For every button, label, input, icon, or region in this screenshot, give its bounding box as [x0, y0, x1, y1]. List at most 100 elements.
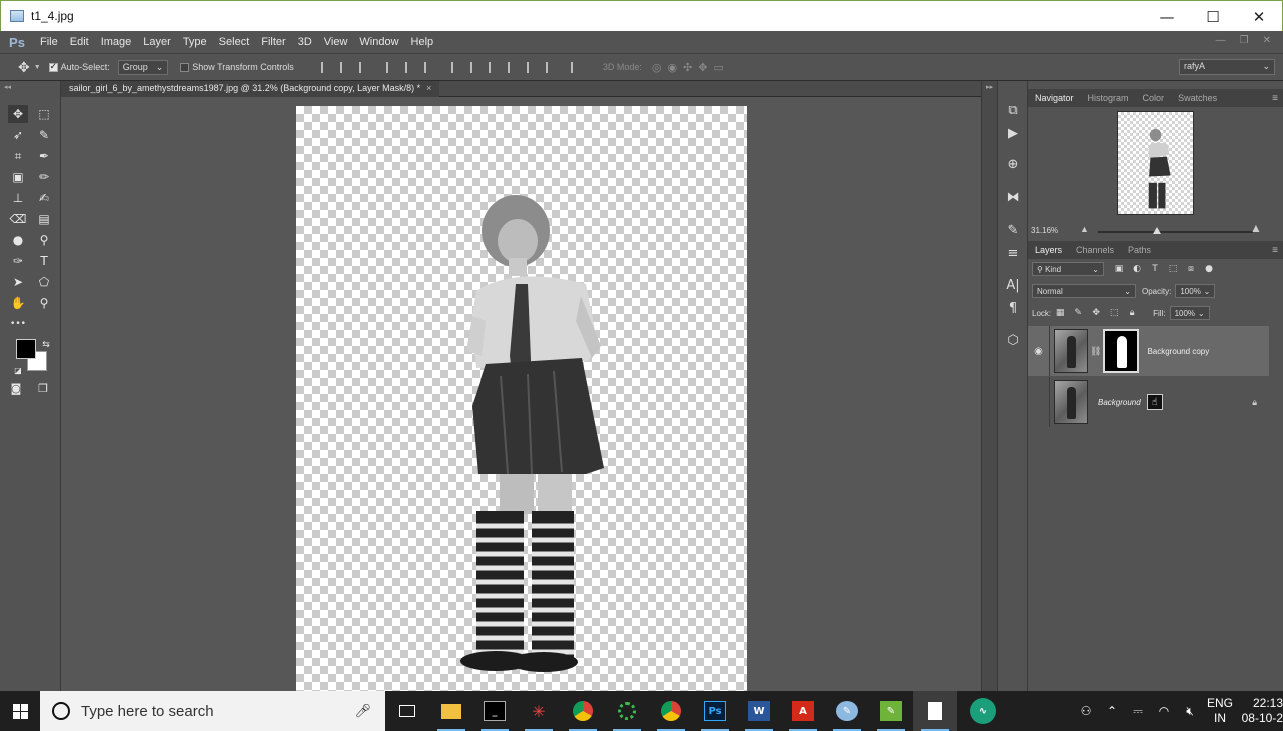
- align-bottom-icon[interactable]: [358, 61, 368, 73]
- doc-minimize-icon[interactable]: —: [1216, 35, 1226, 46]
- lock-image-icon[interactable]: ✎: [1073, 308, 1083, 318]
- filter-pixel-icon[interactable]: ▣: [1114, 264, 1124, 274]
- filter-type-icon[interactable]: T: [1150, 264, 1160, 274]
- paragraph-icon[interactable]: ¶: [1004, 299, 1022, 317]
- lasso-tool-icon[interactable]: ➶: [8, 126, 28, 144]
- menu-view[interactable]: View: [318, 36, 354, 48]
- word-button[interactable]: W: [737, 691, 781, 731]
- move-tool-icon[interactable]: ✥: [18, 59, 30, 76]
- quick-select-tool-icon[interactable]: ✎: [34, 126, 54, 144]
- menu-edit[interactable]: Edit: [64, 36, 95, 48]
- history-brush-tool-icon[interactable]: ✍: [34, 189, 54, 207]
- chrome-button[interactable]: [561, 691, 605, 731]
- speaker-mute-icon[interactable]: 🔇︎: [1177, 704, 1203, 719]
- acrobat-button[interactable]: A: [781, 691, 825, 731]
- tool-preset-caret-icon[interactable]: ▼: [34, 64, 41, 71]
- menu-type[interactable]: Type: [177, 36, 213, 48]
- power-icon[interactable]: ⎓: [1125, 704, 1151, 719]
- lock-all-icon[interactable]: 🔒︎: [1127, 308, 1137, 318]
- layer-mask-thumbnail[interactable]: [1103, 329, 1140, 373]
- auto-align-icon[interactable]: [570, 61, 580, 73]
- menu-window[interactable]: Window: [353, 36, 404, 48]
- align-top-icon[interactable]: [320, 61, 330, 73]
- lock-artboard-icon[interactable]: ⬚: [1109, 308, 1119, 318]
- auto-select-checkbox[interactable]: [48, 61, 58, 72]
- menu-image[interactable]: Image: [95, 36, 138, 48]
- filter-adjustment-icon[interactable]: ◐: [1132, 264, 1142, 274]
- menu-file[interactable]: File: [34, 36, 64, 48]
- screen-mode-icon[interactable]: ❐: [33, 379, 53, 397]
- chrome-2-button[interactable]: [649, 691, 693, 731]
- blank-file-button[interactable]: [913, 691, 957, 731]
- tab-color[interactable]: Color: [1136, 93, 1172, 103]
- shape-tool-icon[interactable]: ⬠: [34, 273, 54, 291]
- layer-thumbnail[interactable]: [1054, 329, 1088, 373]
- menu-help[interactable]: Help: [405, 36, 440, 48]
- eraser-tool-icon[interactable]: ⌫: [8, 210, 28, 228]
- people-icon[interactable]: ⚇: [1073, 704, 1099, 718]
- navigator-zoom-value[interactable]: 31.16%: [1031, 226, 1058, 235]
- healing-tool-icon[interactable]: ▣: [8, 168, 28, 186]
- terminal-button[interactable]: _: [473, 691, 517, 731]
- blur-tool-icon[interactable]: ●: [8, 231, 28, 249]
- layer-row-background-copy[interactable]: ◉ ⛓ Background copy: [1028, 326, 1269, 376]
- tab-channels[interactable]: Channels: [1069, 245, 1121, 255]
- tab-swatches[interactable]: Swatches: [1171, 93, 1224, 103]
- microphone-icon[interactable]: 🎤︎: [354, 703, 371, 719]
- 3d-cube-icon[interactable]: ⬡: [1004, 331, 1022, 349]
- tab-histogram[interactable]: Histogram: [1081, 93, 1136, 103]
- menu-layer[interactable]: Layer: [137, 36, 177, 48]
- distribute-top-icon[interactable]: [450, 61, 460, 73]
- maximize-button[interactable]: ☐: [1190, 1, 1236, 32]
- type-tool-icon[interactable]: T: [34, 252, 54, 270]
- opacity-field[interactable]: 100% ⌄: [1175, 284, 1216, 298]
- filter-smart-object-icon[interactable]: ⧈: [1186, 264, 1196, 274]
- close-tab-icon[interactable]: ×: [426, 83, 431, 95]
- start-button[interactable]: [0, 691, 40, 731]
- align-hcenter-icon[interactable]: [404, 61, 414, 73]
- collapse-arrows-icon[interactable]: ◂◂: [4, 83, 11, 91]
- lock-position-icon[interactable]: ✥: [1091, 308, 1101, 318]
- doc-close-icon[interactable]: ✕: [1263, 35, 1271, 46]
- quick-mask-icon[interactable]: ◙: [6, 379, 26, 397]
- brush-settings-icon[interactable]: ✎: [1004, 221, 1022, 239]
- wifi-icon[interactable]: ◠: [1151, 704, 1177, 718]
- zoom-slider[interactable]: [1098, 231, 1253, 233]
- hidden-eye-slot[interactable]: [1028, 377, 1050, 427]
- default-colors-icon[interactable]: ◪: [8, 361, 28, 379]
- collapse-arrows-icon[interactable]: ▸▸: [986, 83, 993, 91]
- lock-transparent-icon[interactable]: ▦: [1055, 308, 1065, 318]
- layer-name[interactable]: Background copy: [1147, 347, 1209, 356]
- layer-thumbnail[interactable]: [1054, 380, 1088, 424]
- show-transform-checkbox[interactable]: [180, 62, 190, 72]
- navigator-thumbnail[interactable]: [1117, 111, 1194, 215]
- menu-filter[interactable]: Filter: [255, 36, 291, 48]
- document-canvas[interactable]: [296, 106, 747, 691]
- distribute-vcenter-icon[interactable]: [469, 61, 479, 73]
- distribute-right-icon[interactable]: [545, 61, 555, 73]
- align-vcenter-icon[interactable]: [339, 61, 349, 73]
- layer-row-background[interactable]: Background ☝ 🔒︎: [1028, 377, 1269, 427]
- canvas-area[interactable]: [61, 97, 981, 691]
- adjustments-icon[interactable]: ≡: [1004, 244, 1022, 262]
- language-indicator[interactable]: ENG IN: [1203, 696, 1237, 726]
- close-button[interactable]: ✕: [1236, 1, 1282, 32]
- paint-app-button[interactable]: ✎: [825, 691, 869, 731]
- menu-3d[interactable]: 3D: [292, 36, 318, 48]
- workspace-dropdown[interactable]: rafyA ⌄: [1179, 59, 1275, 75]
- fill-field[interactable]: 100% ⌄: [1169, 306, 1210, 320]
- marquee-tool-icon[interactable]: ⬚: [34, 105, 54, 123]
- 3d-mode-icons[interactable]: ◎◉✣✥▭: [652, 61, 730, 74]
- stamp-tool-icon[interactable]: ⊥: [8, 189, 28, 207]
- distribute-hcenter-icon[interactable]: [526, 61, 536, 73]
- spider-app-button[interactable]: ✳: [517, 691, 561, 731]
- gradient-tool-icon[interactable]: ▤: [34, 210, 54, 228]
- document-tab[interactable]: sailor_girl_6_by_amethystdreams1987.jpg …: [61, 81, 440, 97]
- brush-tool-icon[interactable]: ✏: [34, 168, 54, 186]
- layer-name[interactable]: Background: [1098, 398, 1141, 407]
- move-tool-icon[interactable]: ✥: [8, 105, 28, 123]
- zoom-slider-handle[interactable]: [1153, 227, 1161, 234]
- eye-icon[interactable]: ◉: [1028, 326, 1050, 376]
- tab-paths[interactable]: Paths: [1121, 245, 1158, 255]
- panel-menu-icon[interactable]: ≡: [1272, 93, 1278, 104]
